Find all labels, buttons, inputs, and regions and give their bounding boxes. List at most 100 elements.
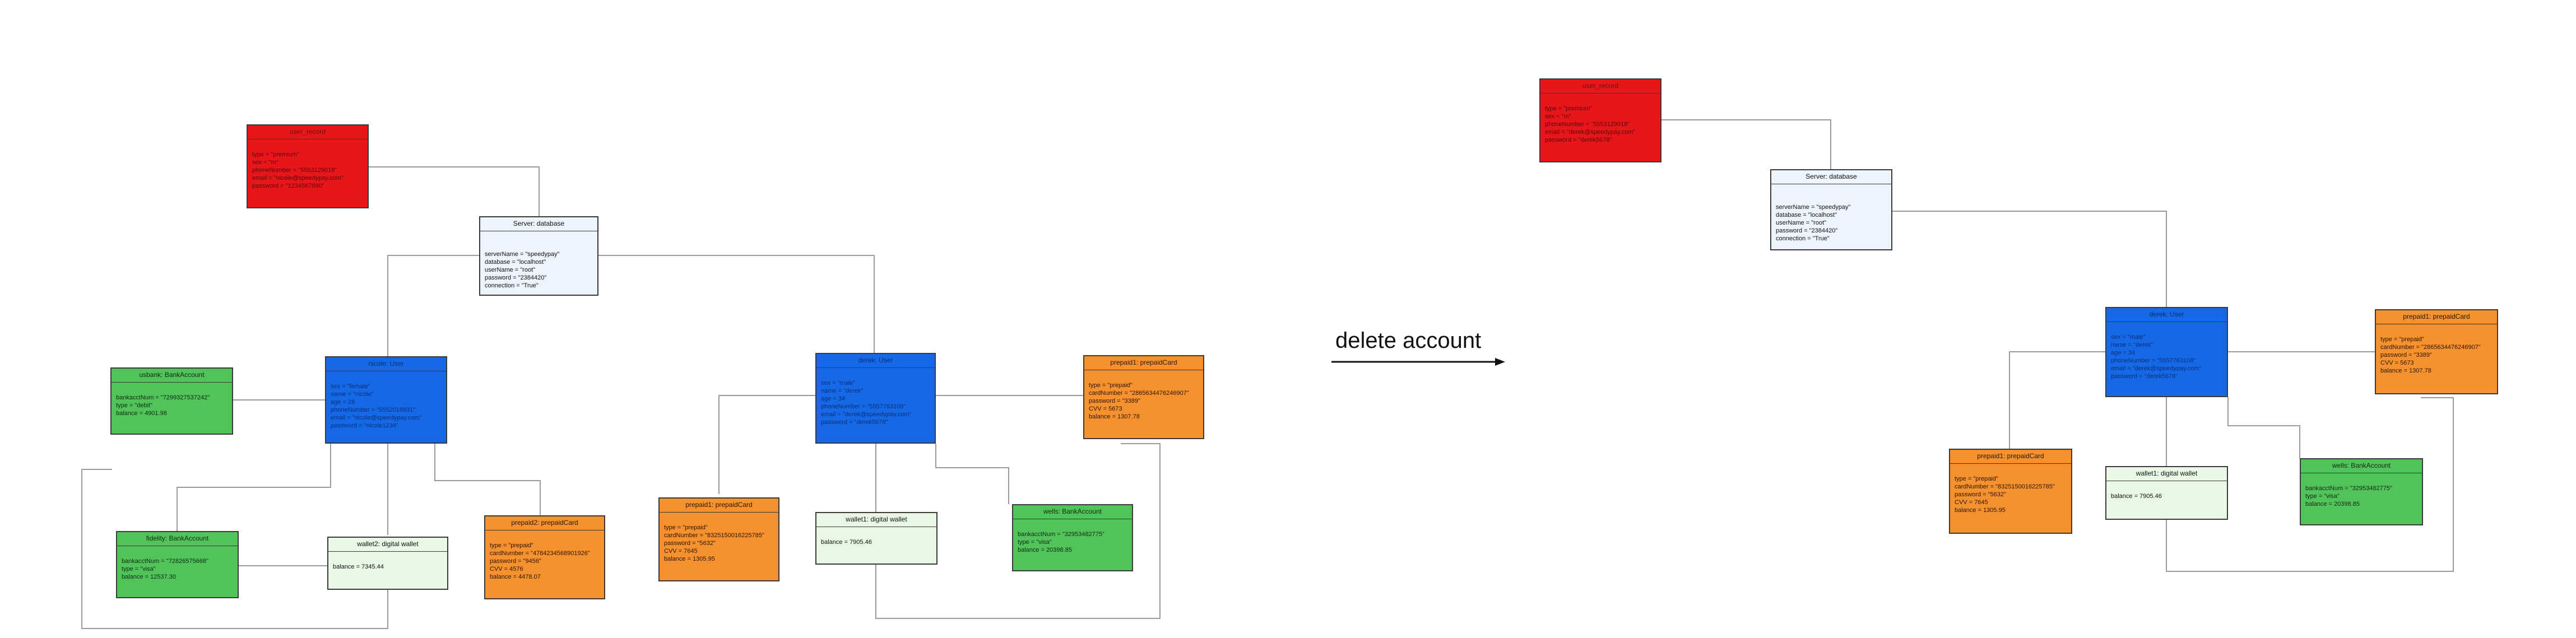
node-attribute: balance = 7905.46 (2111, 493, 2162, 500)
node-title: wallet1: digital wallet (2106, 467, 2227, 481)
node-title: Server: database (480, 217, 597, 231)
node-attribute: type = "debit" (116, 402, 152, 409)
node-attribute: phoneNumber = "5557763108" (2111, 357, 2196, 364)
prepaid-card-node: prepaid1: prepaidCard type = "prepaid" c… (1949, 449, 2072, 534)
node-title: wallet2: digital wallet (328, 538, 447, 552)
digital-wallet-node: wallet1: digital wallet balance = 7905.4… (2105, 466, 2228, 520)
connector (598, 255, 875, 353)
prepaid-card-node: prepaid1: prepaidCard type = "prepaid" c… (658, 497, 779, 581)
node-title: nicole: User (326, 357, 446, 371)
bank-account-node: usbank: BankAccount bankacctNum = "72993… (110, 367, 233, 435)
node-attribute: balance = 1305.95 (664, 556, 715, 562)
node-attribute: password = "1234567890" (252, 183, 324, 189)
node-attribute: bankacctNum = "72826575668" (122, 558, 208, 565)
transform-arrow-head (1495, 358, 1505, 366)
node-title: user_record (1540, 80, 1660, 94)
node-attribute: balance = 20398.85 (1018, 547, 1072, 553)
node-attribute: email = "nicole@speedypay.com" (331, 415, 422, 421)
node-attribute: password = "2384420" (1776, 227, 1838, 234)
connector (1890, 211, 2167, 307)
node-attribute: type = "visa" (2305, 493, 2340, 500)
node-attribute: CVV = 7645 (1955, 499, 1988, 506)
node-attribute: balance = 1305.95 (1955, 507, 2006, 514)
node-attribute: email = "derek@speedypay.com" (1545, 129, 1636, 136)
node-attribute: password = "2384420" (485, 274, 547, 281)
connector (369, 166, 540, 216)
connector (2009, 351, 2105, 449)
user-record-node: user_record type = "premium" sex = "m" p… (247, 124, 369, 208)
node-attribute: balance = 1307.78 (1089, 413, 1140, 420)
node-attribute: email = "derek@speedypay.com" (821, 411, 912, 418)
bank-account-node: fidelity: BankAccount bankacctNum = "728… (116, 531, 239, 598)
node-attribute: sex = "m" (1545, 113, 1571, 120)
node-attribute: type = "premium" (252, 151, 299, 158)
user-node-right: derek: User sex = "male" name = "derek" … (815, 353, 936, 444)
node-attribute: type = "visa" (1018, 539, 1052, 546)
node-attribute: cardNumber = "2865634476246907" (1089, 390, 1189, 397)
node-title: derek: User (2106, 308, 2227, 322)
node-title: prepaid1: prepaidCard (660, 499, 778, 513)
node-attribute: CVV = 7645 (664, 548, 698, 555)
connector (177, 444, 331, 531)
node-attribute: balance = 7345.44 (333, 564, 384, 570)
node-attribute: balance = 4901.98 (116, 410, 167, 417)
node-attribute: cardNumber = "2865634476246907" (2380, 344, 2481, 351)
node-title: prepaid1: prepaidCard (1950, 450, 2071, 464)
connector (718, 395, 815, 494)
user-record-node: user_record type = "premium" sex = "m" p… (1539, 78, 1661, 162)
prepaid-card-node: prepaid1: prepaidCard type = "prepaid" c… (1083, 355, 1204, 439)
user-node: derek: User sex = "male" name = "derek" … (2105, 307, 2228, 397)
node-attribute: password = "5632" (664, 540, 716, 547)
node-attribute: userName = "root" (485, 267, 536, 273)
node-attribute: balance = 7905.46 (821, 539, 872, 546)
node-attribute: age = 28 (331, 399, 355, 406)
node-title: usbank: BankAccount (112, 369, 232, 383)
node-attribute: type = "prepaid" (664, 524, 708, 531)
node-attribute: bankacctNum = "32953482775" (2305, 485, 2392, 492)
node-attribute: type = "prepaid" (1955, 476, 1998, 482)
node-attribute: database = "localhost" (1776, 212, 1837, 218)
node-attribute: sex = "female" (331, 383, 370, 390)
connector (935, 444, 1009, 504)
node-attribute: password = "derek5678" (2111, 373, 2178, 380)
node-attribute: cardNumber = "8325150016225785" (1955, 483, 2055, 490)
node-title: wallet1: digital wallet (816, 513, 936, 527)
node-attribute: type = "visa" (122, 566, 156, 572)
connector (2227, 397, 2300, 458)
server-database-node: Server: database serverName = "speedypay… (1770, 169, 1892, 250)
connector (434, 444, 541, 515)
node-title: wells: BankAccount (1013, 505, 1132, 519)
prepaid-card-node: prepaid2: prepaidCard type = "prepaid" c… (484, 515, 605, 599)
node-attribute: name = "derek" (821, 388, 864, 394)
node-title: prepaid2: prepaidCard (485, 516, 604, 530)
node-attribute: CVV = 5673 (2380, 360, 2414, 366)
node-attribute: name = "nicole" (331, 391, 374, 398)
node-attribute: cardNumber = "8325150016225785" (664, 532, 764, 539)
node-attribute: cardNumber = "4784234568901926" (490, 550, 590, 557)
node-attribute: sex = "m" (252, 159, 279, 166)
node-attribute: connection = "True" (485, 282, 539, 289)
node-title: user_record (248, 125, 368, 139)
node-attribute: password = "derek5678" (1545, 137, 1612, 143)
node-attribute: userName = "root" (1776, 220, 1827, 226)
node-attribute: serverName = "speedypay" (485, 251, 560, 258)
node-attribute: balance = 20398.85 (2305, 501, 2360, 507)
node-attribute: CVV = 4576 (490, 566, 523, 572)
node-attribute: phoneNumber = "5553129018" (1545, 121, 1630, 128)
node-attribute: name = "derek" (2111, 342, 2153, 348)
node-attribute: database = "localhost" (485, 259, 546, 266)
node-attribute: email = "derek@speedypay.com" (2111, 365, 2202, 372)
node-attribute: sex = "male" (821, 380, 856, 386)
node-attribute: phoneNumber = "5552018831" (331, 407, 416, 413)
node-title: fidelity: BankAccount (117, 532, 238, 546)
node-title: derek: User (816, 354, 935, 368)
node-attribute: age = 34 (821, 395, 846, 402)
node-title: wells: BankAccount (2301, 459, 2422, 473)
node-title: prepaid1: prepaidCard (1084, 356, 1203, 370)
node-attribute: phoneNumber = "5553129018" (252, 167, 337, 174)
node-attribute: bankacctNum = "7299327537242" (116, 394, 210, 401)
node-attribute: password = "nicole1234" (331, 422, 398, 429)
connector (387, 255, 479, 356)
digital-wallet-node: wallet1: digital wallet balance = 7905.4… (815, 512, 937, 565)
node-title: Server: database (1771, 170, 1891, 184)
